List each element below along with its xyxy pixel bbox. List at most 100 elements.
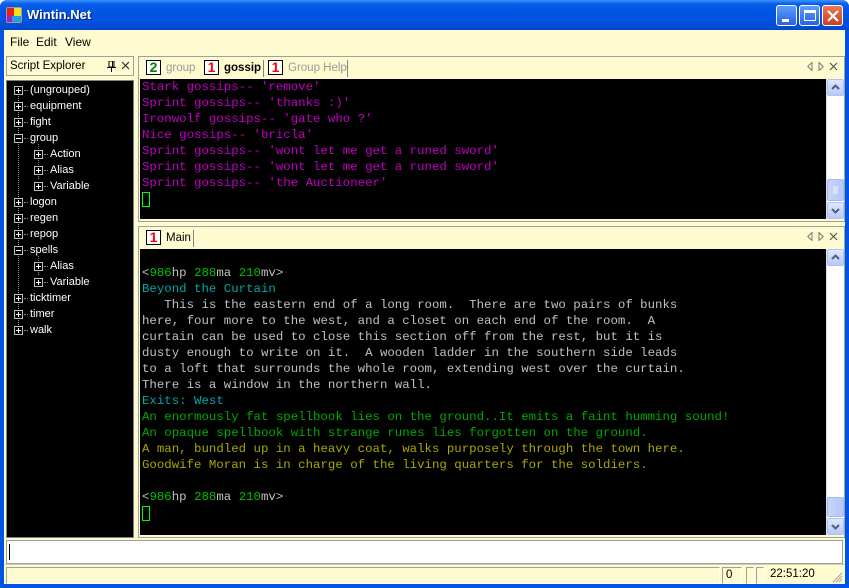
output-text: Exits: West xyxy=(142,394,224,408)
window-title: Wintin.Net xyxy=(27,7,92,22)
script-explorer-header: Script Explorer xyxy=(6,56,134,76)
close-icon[interactable] xyxy=(121,61,130,70)
output-text: There is a window in the northern wall. xyxy=(142,378,432,392)
scroll-down-button[interactable] xyxy=(827,518,844,535)
expand-icon[interactable] xyxy=(14,294,23,303)
status-clock: 22:51:20 xyxy=(770,568,815,580)
prompt-line xyxy=(140,191,826,207)
output-line: Beyond the Curtain xyxy=(140,281,826,297)
tree-connector xyxy=(24,298,28,299)
tab-group-help[interactable]: 1 Group Help xyxy=(265,59,351,79)
chevron-up-icon xyxy=(831,84,840,90)
tab-nav xyxy=(805,61,838,74)
title-bar[interactable]: Wintin.Net xyxy=(0,0,849,30)
terminal-cursor xyxy=(142,506,150,521)
client-area: File Edit View Script Explorer (ungroupe… xyxy=(4,30,845,584)
script-tree[interactable]: (ungrouped) equipment fight group Action Alia… xyxy=(6,80,134,538)
tree-connector xyxy=(24,250,28,251)
output-text: dusty enough to write on it. A wooden la… xyxy=(142,346,678,360)
close-icon xyxy=(827,10,839,22)
expand-icon[interactable] xyxy=(14,86,23,95)
expand-icon[interactable] xyxy=(14,102,23,111)
output-text: ma xyxy=(216,266,239,280)
expand-icon[interactable] xyxy=(14,310,23,319)
tree-item-label: (ungrouped) xyxy=(30,84,90,96)
collapse-icon[interactable] xyxy=(14,246,23,255)
expand-icon[interactable] xyxy=(14,214,23,223)
tab-separator xyxy=(347,60,348,77)
gossip-scrollbar[interactable] xyxy=(826,79,844,219)
command-input[interactable] xyxy=(6,540,843,564)
output-text: Sprint gossips-- 'wont let me get a rune… xyxy=(142,144,499,158)
output-line: A man, bundled up in a heavy coat, walks… xyxy=(140,441,826,457)
menu-bar: File Edit View xyxy=(4,30,845,52)
scroll-thumb[interactable] xyxy=(827,179,844,201)
maximize-icon xyxy=(804,10,816,21)
chevron-down-icon xyxy=(831,524,840,530)
gossip-output[interactable]: Stark gossips-- 'remove' Sprint gossips--… xyxy=(140,79,826,219)
scroll-up-button[interactable] xyxy=(827,249,844,266)
menu-file[interactable]: File xyxy=(10,35,29,49)
resize-grip-icon[interactable] xyxy=(831,571,843,583)
close-button[interactable] xyxy=(822,5,843,26)
expand-icon[interactable] xyxy=(14,326,23,335)
output-text: Nice gossips-- 'bricla' xyxy=(142,128,314,142)
expand-icon[interactable] xyxy=(14,230,23,239)
output-text: mv> xyxy=(261,266,284,280)
close-icon[interactable] xyxy=(829,232,838,244)
output-line: Exits: West xyxy=(140,393,826,409)
scroll-down-button[interactable] xyxy=(827,202,844,219)
expand-icon[interactable] xyxy=(14,198,23,207)
tab-group[interactable]: 2 group xyxy=(143,59,199,79)
output-line: <986hp 288ma 210mv> xyxy=(140,265,826,281)
expand-icon[interactable] xyxy=(34,166,43,175)
tree-connector xyxy=(44,154,48,155)
menu-view[interactable]: View xyxy=(65,35,91,49)
tab-gossip[interactable]: 1 gossip xyxy=(201,59,263,79)
main-scrollbar[interactable] xyxy=(826,249,844,535)
tree-item-label: timer xyxy=(30,308,55,320)
tab-label: Main xyxy=(166,232,191,244)
script-explorer-panel: Script Explorer (ungrouped) equipment figh… xyxy=(6,56,134,538)
tab-nav xyxy=(805,231,838,244)
tree-connector xyxy=(24,122,28,123)
scroll-up-button[interactable] xyxy=(827,79,844,96)
pin-icon[interactable] xyxy=(107,61,116,72)
scroll-thumb[interactable] xyxy=(827,497,844,517)
output-line: dusty enough to write on it. A wooden la… xyxy=(140,345,826,361)
expand-icon[interactable] xyxy=(34,262,43,271)
scroll-left-icon[interactable] xyxy=(806,231,813,244)
tree-item-label: group xyxy=(30,132,59,144)
main-pane: 1 Main <986hp 288ma 210mv> Beyond the Cur… xyxy=(138,226,845,538)
expand-icon[interactable] xyxy=(34,150,43,159)
main-output[interactable]: <986hp 288ma 210mv> Beyond the Curtain Th… xyxy=(140,249,826,535)
tab-count: 1 xyxy=(146,230,161,245)
tree-item-label: Variable xyxy=(50,180,90,192)
expand-icon[interactable] xyxy=(14,118,23,127)
close-icon[interactable] xyxy=(829,62,838,74)
tree-item-label: spells xyxy=(30,244,59,256)
scroll-left-icon[interactable] xyxy=(806,61,813,74)
status-bar: 0 22:51:20 xyxy=(4,564,845,584)
tree-item-label: repop xyxy=(30,228,59,240)
output-line: This is the eastern end of a long room. … xyxy=(140,297,826,313)
tab-main[interactable]: 1 Main xyxy=(143,229,195,249)
tree-item-label: Action xyxy=(50,148,81,160)
output-text: 210 xyxy=(238,490,261,504)
tree-connector xyxy=(24,314,28,315)
expand-icon[interactable] xyxy=(34,278,43,287)
scroll-right-icon[interactable] xyxy=(818,231,824,244)
top-tabstrip: 2 group 1 gossip 1 Group Help xyxy=(139,57,844,79)
scroll-right-icon[interactable] xyxy=(818,61,824,74)
minimize-button[interactable] xyxy=(776,5,797,26)
menu-edit[interactable]: Edit xyxy=(36,35,57,49)
tree-item-label: Variable xyxy=(50,276,90,288)
tree-connector xyxy=(24,234,28,235)
expand-icon[interactable] xyxy=(34,182,43,191)
maximize-button[interactable] xyxy=(799,5,820,26)
output-text: ma xyxy=(216,490,239,504)
output-text: A man, bundled up in a heavy coat, walks… xyxy=(142,442,685,456)
tree-connector xyxy=(24,138,28,139)
collapse-icon[interactable] xyxy=(14,134,23,143)
status-panel-a xyxy=(746,567,754,584)
